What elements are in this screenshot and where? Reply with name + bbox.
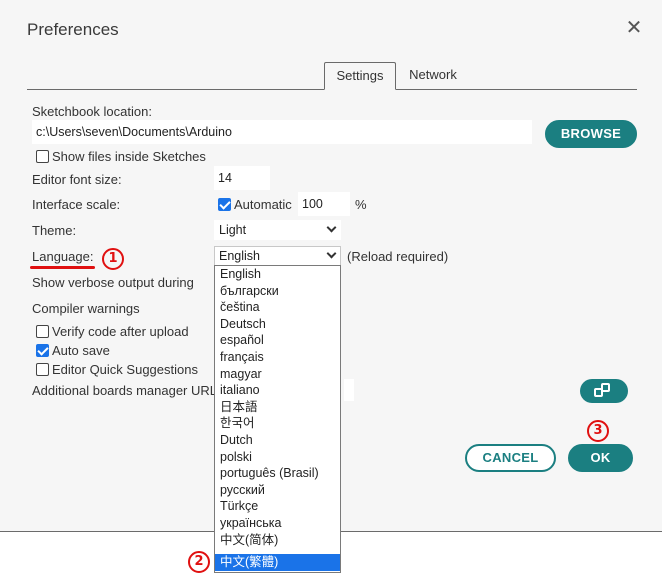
language-option[interactable]: русский (215, 482, 340, 499)
chevron-down-icon (326, 222, 337, 233)
verify-code-checkbox[interactable] (36, 325, 49, 338)
boards-manager-url-label: Additional boards manager URL (32, 383, 217, 398)
language-option[interactable]: Türkçe (215, 498, 340, 515)
language-option[interactable]: magyar (215, 366, 340, 383)
auto-save-checkbox[interactable] (36, 344, 49, 357)
language-option[interactable]: 한국어 (215, 415, 340, 432)
dialog-title: Preferences (27, 20, 119, 39)
verbose-output-label: Show verbose output during (32, 275, 194, 290)
auto-save-label: Auto save (52, 343, 110, 358)
language-option[interactable]: български (215, 283, 340, 300)
show-files-checkbox[interactable] (36, 150, 49, 163)
quick-suggestions-label: Editor Quick Suggestions (52, 362, 198, 377)
browse-button[interactable]: BROWSE (545, 120, 637, 148)
language-option[interactable]: italiano (215, 382, 340, 399)
language-select[interactable]: English (214, 246, 341, 266)
scale-unit: % (355, 197, 367, 212)
show-files-label: Show files inside Sketches (52, 149, 206, 164)
quick-suggestions-checkbox[interactable] (36, 363, 49, 376)
language-option[interactable]: português (Brasil) (215, 465, 340, 482)
language-option[interactable]: Deutsch (215, 316, 340, 333)
window-icon-back (601, 383, 610, 392)
scale-automatic-checkbox[interactable] (218, 198, 231, 211)
font-size-label: Editor font size: (32, 172, 122, 187)
language-option[interactable]: français (215, 349, 340, 366)
annotation-underline (30, 266, 95, 269)
language-dropdown-list: English български čeština Deutsch españo… (214, 265, 341, 573)
language-option[interactable]: polski (215, 449, 340, 466)
theme-label: Theme: (32, 223, 77, 238)
close-icon[interactable]: ✕ (624, 18, 644, 38)
chevron-down-icon (326, 248, 337, 259)
scale-automatic-label: Automatic (234, 197, 292, 212)
annotation-marker-1: 1 (102, 248, 124, 270)
interface-scale-label: Interface scale: (32, 197, 121, 212)
verify-code-label: Verify code after upload (52, 324, 189, 339)
tab-network[interactable]: Network (400, 62, 466, 90)
language-option[interactable]: Dutch (215, 432, 340, 449)
language-option-selected[interactable]: 中文(繁體) (215, 554, 340, 571)
annotation-marker-2: 2 (188, 551, 210, 573)
open-urls-editor-button[interactable] (580, 379, 628, 403)
scale-value-input[interactable]: 100 (298, 192, 350, 216)
boards-manager-url-input[interactable] (344, 379, 354, 401)
tab-settings[interactable]: Settings (324, 62, 396, 90)
language-option[interactable]: 日本語 (215, 399, 340, 416)
compiler-warnings-label: Compiler warnings (32, 301, 140, 316)
font-size-input[interactable]: 14 (214, 166, 270, 190)
ok-button[interactable]: OK (568, 444, 633, 472)
language-option[interactable]: čeština (215, 299, 340, 316)
theme-select[interactable]: Light (214, 220, 341, 240)
language-label: Language: (32, 249, 94, 264)
theme-select-value: Light (219, 223, 247, 237)
language-option[interactable]: español (215, 332, 340, 349)
sketchbook-location-input[interactable]: c:\Users\seven\Documents\Arduino (32, 120, 532, 144)
language-option[interactable]: українська (215, 515, 340, 532)
sketchbook-location-label: Sketchbook location: (32, 104, 152, 119)
language-select-value: English (219, 249, 260, 263)
annotation-marker-3: 3 (587, 420, 609, 442)
reload-required-note: (Reload required) (347, 249, 449, 264)
language-option[interactable]: English (215, 266, 340, 283)
cancel-button[interactable]: CANCEL (465, 444, 556, 472)
language-option[interactable]: 中文(简体) (215, 532, 340, 549)
